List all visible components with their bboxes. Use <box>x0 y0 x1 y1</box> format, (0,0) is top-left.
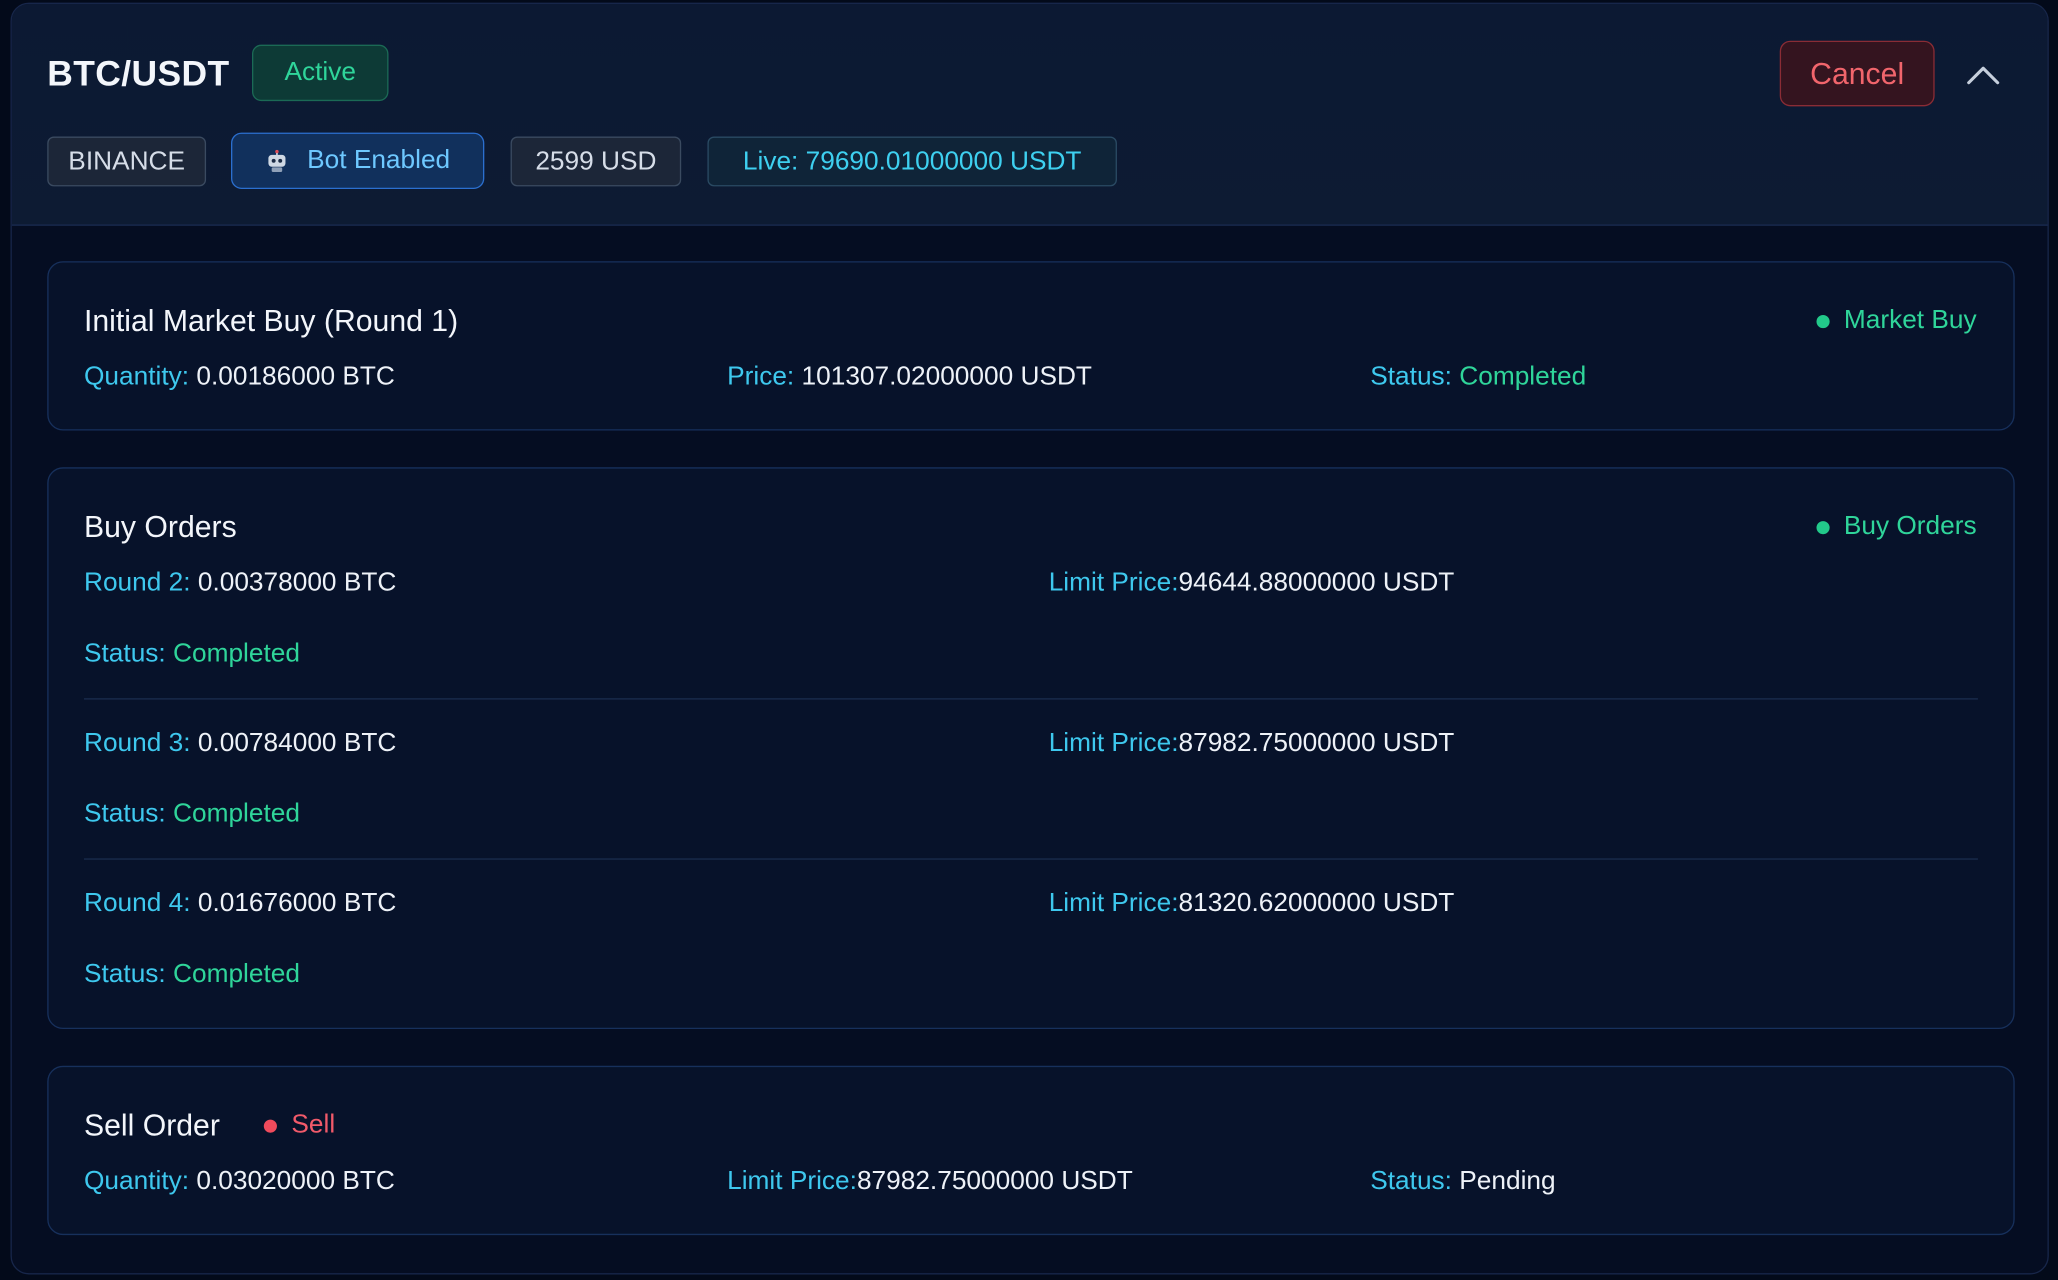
row-divider <box>84 698 1978 700</box>
limit-price-value: 81320.62000000 USDT <box>1178 888 1455 918</box>
green-dot-icon <box>1816 520 1830 534</box>
round-limit-price: Limit Price:94644.88000000 USDT <box>1049 568 1455 598</box>
green-dot-icon <box>1816 314 1830 328</box>
status-badge: Active <box>252 44 389 102</box>
status-value: Completed <box>1459 362 1587 392</box>
quantity-value: 0.00186000 BTC <box>196 362 395 392</box>
round-label: Round 2: <box>84 568 191 598</box>
round-status: Status: Completed <box>84 799 300 829</box>
round-limit-price: Limit Price:87982.75000000 USDT <box>1049 728 1455 758</box>
round-status: Status: Completed <box>84 959 300 989</box>
strategy-card: BTC/USDT Active Cancel BINANCE Bot Enabl… <box>10 2 2049 1275</box>
section-title: Buy Orders <box>84 509 237 544</box>
section-title: Initial Market Buy (Round 1) <box>84 303 459 338</box>
status-label: Status: <box>84 799 166 829</box>
status-field: Status: Pending <box>1370 1167 1555 1197</box>
round-quantity: Round 3: 0.00784000 BTC <box>84 728 396 758</box>
trading-pair-title: BTC/USDT <box>47 53 230 94</box>
legend-label: Buy Orders <box>1843 511 1977 541</box>
legend-label: Sell <box>291 1110 336 1140</box>
initial-buy-section: Initial Market Buy (Round 1) Market Buy … <box>47 261 2015 431</box>
status-value: Completed <box>173 959 300 989</box>
round-label: Round 4: <box>84 888 191 918</box>
limit-price-label: Limit Price: <box>1048 568 1179 598</box>
limit-price-value: 87982.75000000 USDT <box>856 1166 1133 1196</box>
sell-order-section: Sell Order Sell Quantity: 0.03020000 BTC… <box>47 1065 2015 1236</box>
round-qty-value: 0.00378000 BTC <box>197 568 397 598</box>
quantity-label: Quantity: <box>84 1166 190 1196</box>
round-quantity: Round 2: 0.00378000 BTC <box>84 568 396 598</box>
card-header: BTC/USDT Active Cancel BINANCE Bot Enabl… <box>11 3 2048 226</box>
investment-amount-tag: 2599 USD <box>510 136 682 187</box>
limit-price-value: 87982.75000000 USDT <box>1178 728 1455 758</box>
robot-icon <box>265 149 289 173</box>
limit-price-label: Limit Price: <box>1048 888 1179 918</box>
cancel-button[interactable]: Cancel <box>1779 40 1935 107</box>
limit-price-label: Limit Price: <box>727 1166 857 1196</box>
buy-orders-section: Buy Orders Buy Orders Round 2: 0.0037800… <box>47 467 2015 1029</box>
section-title: Sell Order <box>84 1107 220 1142</box>
red-dot-icon <box>263 1118 277 1133</box>
buy-orders-legend: Buy Orders <box>1816 511 1977 542</box>
live-price-tag: Live: 79690.01000000 USDT <box>707 136 1117 187</box>
quantity-value: 0.03020000 BTC <box>196 1166 395 1196</box>
status-field: Status: Completed <box>1370 362 1586 392</box>
chevron-up-icon <box>1967 66 2000 85</box>
quantity-field: Quantity: 0.03020000 BTC <box>84 1167 395 1197</box>
status-value: Completed <box>173 799 300 829</box>
round-status: Status: Completed <box>84 639 300 669</box>
limit-price-field: Limit Price:87982.75000000 USDT <box>727 1167 1133 1197</box>
round-limit-price: Limit Price:81320.62000000 USDT <box>1049 889 1455 919</box>
limit-price-value: 94644.88000000 USDT <box>1178 568 1455 598</box>
legend-label: Market Buy <box>1843 305 1977 335</box>
status-value: Pending <box>1459 1166 1556 1196</box>
quantity-field: Quantity: 0.00186000 BTC <box>84 362 395 392</box>
round-qty-value: 0.01676000 BTC <box>197 888 397 918</box>
sell-legend: Sell <box>263 1110 336 1140</box>
market-buy-legend: Market Buy <box>1816 305 1977 336</box>
collapse-button[interactable] <box>1960 51 2007 98</box>
status-label: Status: <box>84 639 166 669</box>
bot-enabled-tag: Bot Enabled <box>231 132 485 189</box>
price-field: Price: 101307.02000000 USDT <box>727 362 1092 392</box>
status-value: Completed <box>173 639 300 669</box>
round-qty-value: 0.00784000 BTC <box>197 728 397 758</box>
status-label: Status: <box>1370 362 1452 392</box>
bot-enabled-label: Bot Enabled <box>307 145 451 175</box>
row-divider <box>84 858 1978 860</box>
status-label: Status: <box>1370 1166 1452 1196</box>
limit-price-label: Limit Price: <box>1048 728 1179 758</box>
round-label: Round 3: <box>84 728 191 758</box>
price-label: Price: <box>727 362 795 392</box>
exchange-tag: BINANCE <box>47 136 207 187</box>
price-value: 101307.02000000 USDT <box>801 362 1092 392</box>
quantity-label: Quantity: <box>84 362 190 392</box>
round-quantity: Round 4: 0.01676000 BTC <box>84 889 396 919</box>
status-label: Status: <box>84 959 166 989</box>
